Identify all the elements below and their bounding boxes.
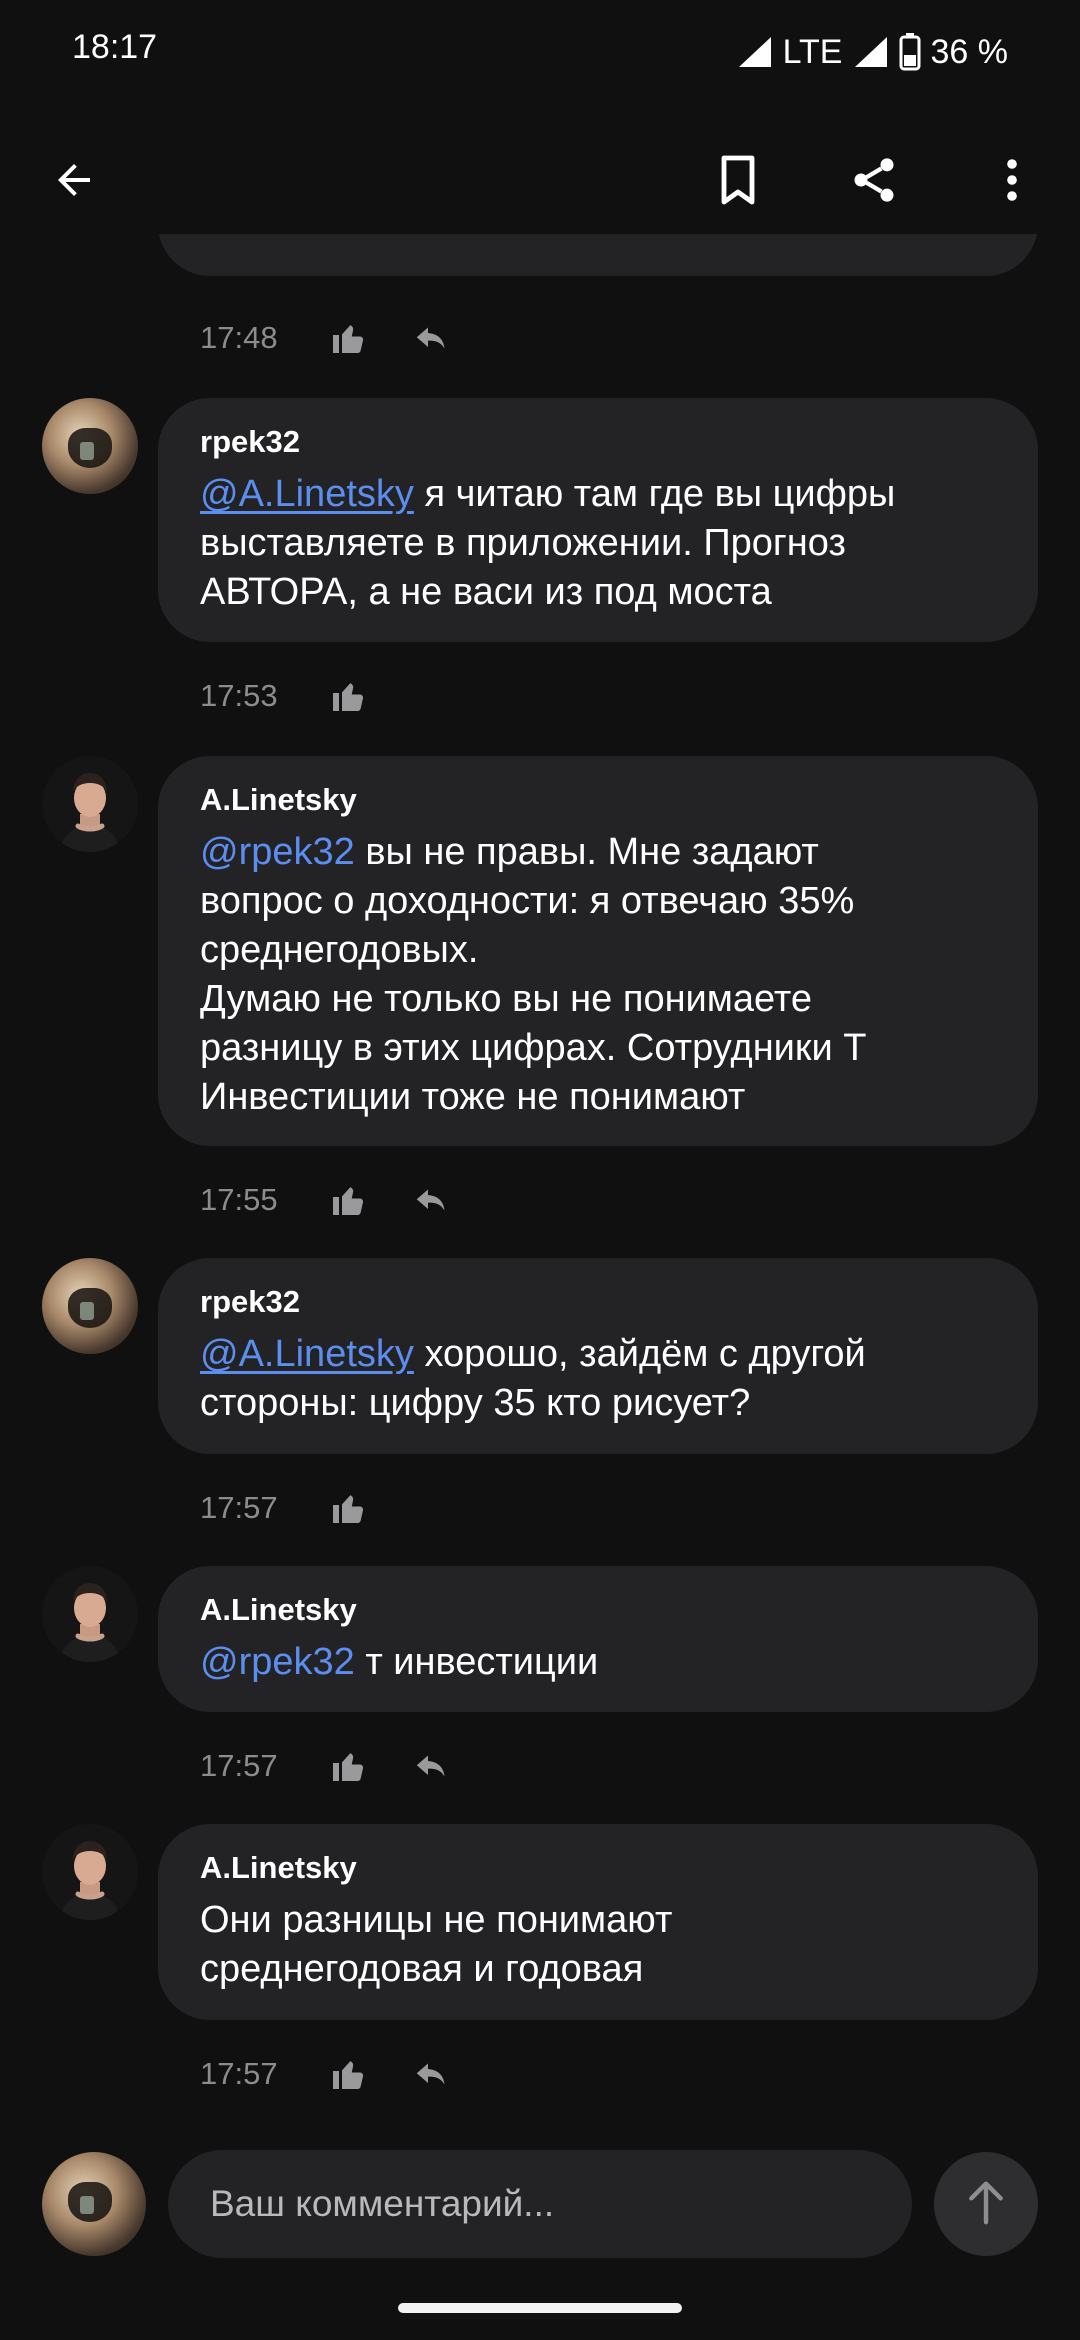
avatar[interactable]: [42, 756, 138, 852]
comment-author[interactable]: A.Linetsky: [200, 1592, 996, 1628]
comment-text: @rpek32 т инвестиции: [200, 1638, 996, 1687]
comment-text: @A.Linetsky хорошо, зайдём с другой стор…: [200, 1330, 996, 1428]
comment-meta: 17:53: [200, 676, 278, 716]
comment-time: 17:48: [200, 320, 278, 355]
more-options-button[interactable]: [962, 130, 1062, 234]
status-indicators: LTE 36 %: [737, 28, 1008, 76]
comment-body: т инвестиции: [354, 1641, 599, 1683]
share-icon: [848, 154, 900, 211]
send-button[interactable]: [934, 2152, 1038, 2256]
arrow-left-icon: [50, 156, 98, 209]
mention-link[interactable]: @rpek32: [200, 1641, 355, 1683]
reply-icon[interactable]: [411, 318, 451, 358]
more-vertical-icon: [1006, 156, 1018, 209]
comment-text: @rpek32 вы не правы. Мне задают вопрос о…: [200, 828, 996, 1122]
comment-time: 17:57: [200, 1748, 278, 1783]
mention-link[interactable]: @A.Linetsky: [200, 473, 414, 515]
comment-meta: 17:57: [200, 1746, 278, 1786]
screen: 18:17 LTE 36 % 17:48 rpek32 @A.Linetsky …: [0, 0, 1080, 2340]
comment-text: Они разницы не понимают среднегодовая и …: [200, 1896, 996, 1994]
back-button[interactable]: [24, 130, 124, 234]
comment-meta: 17:57: [200, 1488, 278, 1528]
signal-icon: [737, 35, 773, 69]
comment-bubble[interactable]: A.Linetsky @rpek32 вы не правы. Мне зада…: [158, 756, 1038, 1146]
comments-list: 17:48 rpek32 @A.Linetsky я читаю там где…: [0, 234, 1080, 2114]
like-icon[interactable]: [328, 1488, 368, 1528]
battery-icon: [899, 33, 921, 71]
bookmark-button[interactable]: [688, 130, 788, 234]
comment-time: 17:57: [200, 1490, 278, 1525]
reply-icon[interactable]: [411, 1746, 451, 1786]
comment-bubble-partial[interactable]: [158, 234, 1038, 276]
comment-bubble[interactable]: rpek32 @A.Linetsky я читаю там где вы ци…: [158, 398, 1038, 642]
status-bar: 18:17 LTE 36 %: [0, 0, 1080, 110]
comment-meta: 17:57: [200, 2054, 278, 2094]
comment-author[interactable]: A.Linetsky: [200, 1850, 996, 1886]
mention-link[interactable]: @A.Linetsky: [200, 1333, 414, 1375]
home-indicator[interactable]: [398, 2303, 682, 2313]
arrow-up-icon: [964, 2178, 1008, 2231]
comment-time: 17:55: [200, 1182, 278, 1217]
comment-body: Они разницы не понимают среднегодовая и …: [200, 1899, 673, 1990]
mention-link[interactable]: @rpek32: [200, 831, 355, 873]
reply-icon[interactable]: [411, 1180, 451, 1220]
comment-author[interactable]: rpek32: [200, 1284, 996, 1320]
signal-strength-icon: [853, 35, 889, 69]
comment-bubble[interactable]: rpek32 @A.Linetsky хорошо, зайдём с друг…: [158, 1258, 1038, 1454]
comment-author[interactable]: rpek32: [200, 424, 996, 460]
battery-percentage: 36 %: [930, 32, 1009, 71]
like-icon[interactable]: [328, 2054, 368, 2094]
status-time: 18:17: [72, 28, 158, 66]
bookmark-icon: [714, 154, 762, 211]
comment-text: @A.Linetsky я читаю там где вы цифры выс…: [200, 470, 996, 617]
comment-meta: 17:48: [200, 318, 278, 358]
comment-time: 17:53: [200, 678, 278, 713]
like-icon[interactable]: [328, 1746, 368, 1786]
share-button[interactable]: [824, 130, 924, 234]
comment-body: вы не правы. Мне задают вопрос о доходно…: [200, 831, 867, 1118]
reply-icon[interactable]: [411, 2054, 451, 2094]
avatar[interactable]: [42, 398, 138, 494]
like-icon[interactable]: [328, 1180, 368, 1220]
avatar[interactable]: [42, 1258, 138, 1354]
avatar[interactable]: [42, 1824, 138, 1920]
comment-bubble[interactable]: A.Linetsky Они разницы не понимают средн…: [158, 1824, 1038, 2020]
avatar[interactable]: [42, 1566, 138, 1662]
like-icon[interactable]: [328, 676, 368, 716]
comment-meta: 17:55: [200, 1180, 278, 1220]
top-toolbar: [0, 130, 1080, 234]
comment-input[interactable]: Ваш комментарий...: [168, 2150, 912, 2258]
my-avatar[interactable]: [42, 2152, 146, 2256]
like-icon[interactable]: [328, 318, 368, 358]
comment-author[interactable]: A.Linetsky: [200, 782, 996, 818]
comment-time: 17:57: [200, 2056, 278, 2091]
comment-bubble[interactable]: A.Linetsky @rpek32 т инвестиции: [158, 1566, 1038, 1712]
network-label: LTE: [782, 32, 843, 71]
